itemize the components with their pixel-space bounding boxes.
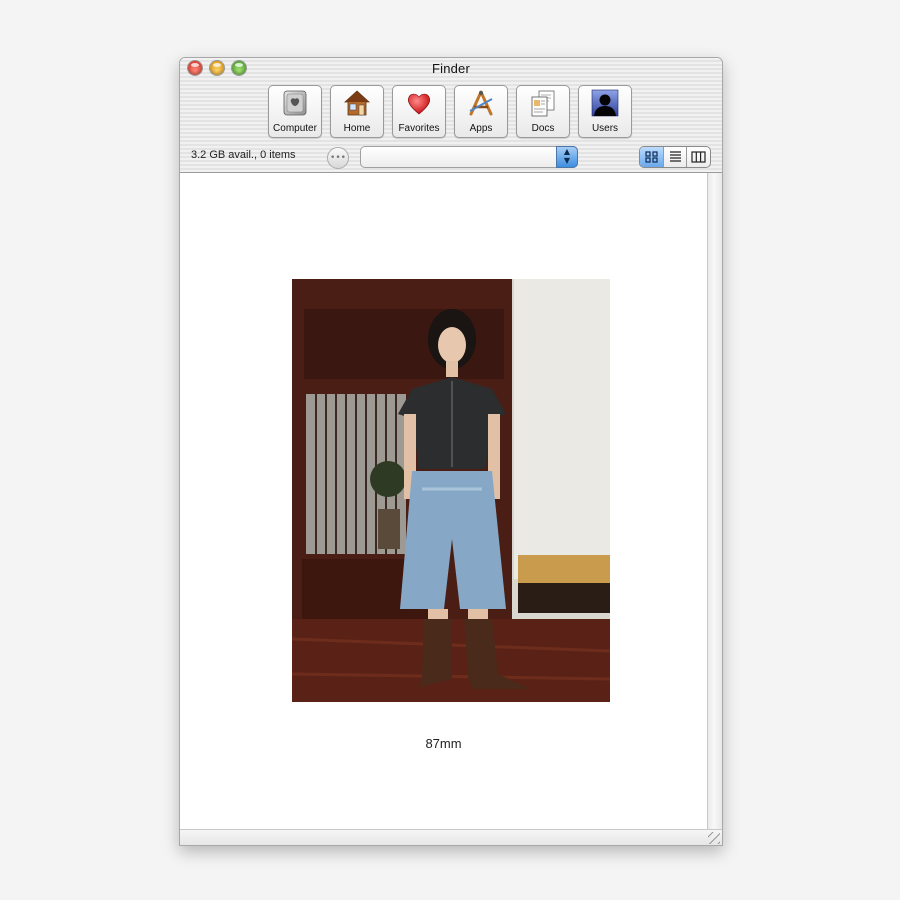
toolbar-favorites-label: Favorites [398, 123, 440, 134]
icon-view-icon [645, 151, 658, 163]
home-icon [343, 90, 371, 116]
finder-window: Finder Computer Home Favorites Apps Docs… [179, 57, 723, 846]
column-view-icon [691, 151, 706, 163]
toolbar-apps-label: Apps [469, 123, 493, 134]
documents-icon [531, 90, 555, 117]
toolbar-computer-label: Computer [273, 123, 317, 134]
toolbar-home-button[interactable]: Home [330, 85, 384, 138]
toolbar-users-label: Users [591, 123, 619, 134]
toolbar-docs-label: Docs [531, 123, 555, 134]
path-popup[interactable]: ▲ ▼ [360, 146, 578, 168]
popup-arrows-icon[interactable]: ▲ ▼ [556, 146, 578, 168]
window-chrome: Finder Computer Home Favorites Apps Docs… [180, 58, 722, 173]
ellipsis-icon: ••• [330, 153, 346, 163]
horizontal-scrollbar[interactable] [180, 829, 722, 845]
column-view-button[interactable] [686, 147, 710, 167]
toolbar-computer-button[interactable]: Computer [268, 85, 322, 138]
toolbar-users-button[interactable]: Users [578, 85, 632, 138]
content-area: 87mm [180, 173, 707, 829]
view-mode-control[interactable] [639, 146, 711, 168]
toolbar-home-label: Home [343, 123, 371, 134]
icon-view-button[interactable] [640, 147, 663, 167]
apps-icon [469, 90, 493, 116]
status-text: 3.2 GB avail., 0 items [191, 149, 296, 161]
status-bar: 3.2 GB avail., 0 items ••• ▲ ▼ [180, 146, 722, 170]
toolbar-favorites-button[interactable]: Favorites [392, 85, 446, 138]
heart-icon [408, 93, 430, 115]
list-view-button[interactable] [663, 147, 687, 167]
resize-grip-icon[interactable] [708, 832, 720, 844]
photo-image [292, 279, 610, 702]
user-silhouette-icon [591, 89, 619, 117]
photo-preview[interactable] [292, 279, 610, 702]
action-button[interactable]: ••• [327, 147, 349, 169]
toolbar-apps-button[interactable]: Apps [454, 85, 508, 138]
photo-caption: 87mm [425, 736, 462, 751]
window-title: Finder [431, 61, 471, 76]
computer-icon [283, 90, 307, 116]
toolbar-docs-button[interactable]: Docs [516, 85, 570, 138]
list-view-icon [670, 151, 681, 162]
title-bar[interactable]: Finder [180, 58, 722, 80]
vertical-scrollbar[interactable] [707, 173, 722, 829]
